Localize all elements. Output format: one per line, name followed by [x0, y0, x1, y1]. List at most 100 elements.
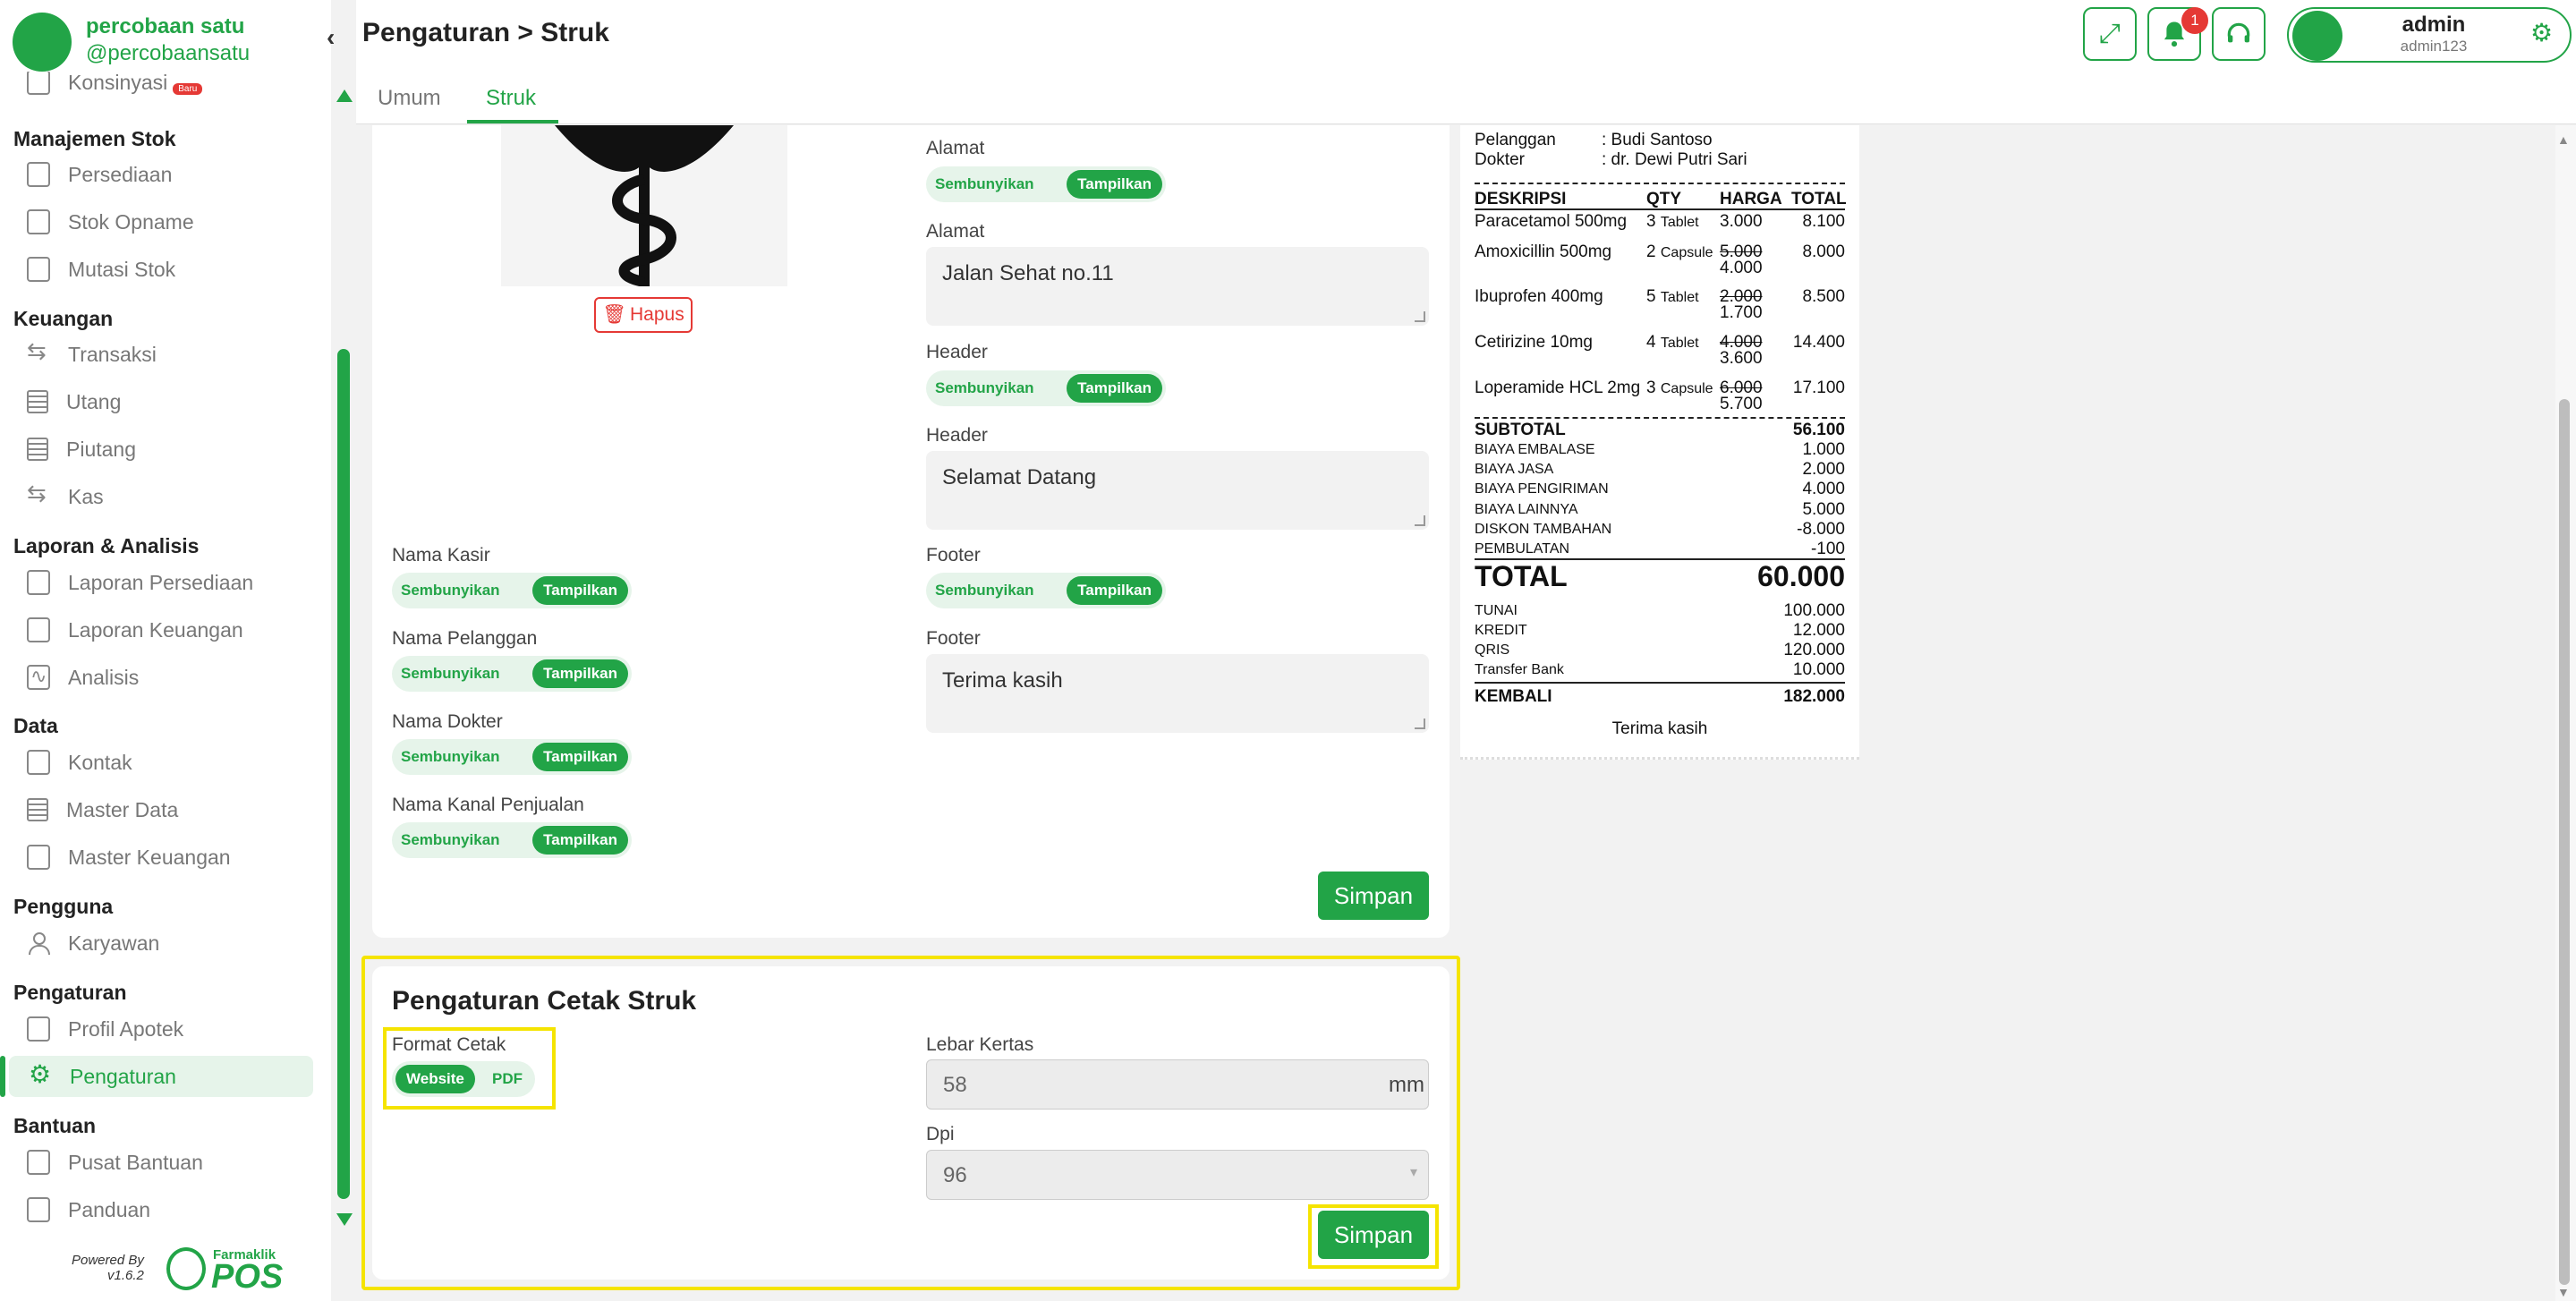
sidebar-item-pengaturan[interactable]: Pengaturan — [0, 1056, 313, 1097]
sidebar-item-panduan[interactable]: Panduan — [27, 1189, 313, 1230]
header-visibility-toggle[interactable]: Sembunyikan Tampilkan — [926, 370, 1166, 406]
nama-dokter-toggle[interactable]: Sembunyikan Tampilkan — [392, 739, 632, 775]
receipt-kembali-label: KEMBALI — [1475, 687, 1552, 706]
sidebar-item-persediaan[interactable]: Persediaan — [27, 154, 313, 195]
main-scroll-down-icon[interactable]: ▼ — [2557, 1285, 2570, 1299]
receipt-payment-label: TUNAI — [1475, 603, 1518, 618]
fullscreen-button[interactable]: ⤢ — [2083, 7, 2137, 61]
sidebar-item-master-data[interactable]: Master Data — [27, 789, 313, 830]
document-icon — [27, 438, 48, 461]
receipt-item-qty: 2 Capsule — [1646, 242, 1713, 261]
clipboard-icon — [27, 209, 50, 234]
receipt-dokter-label: Dokter — [1475, 150, 1525, 169]
new-badge: Baru — [173, 83, 203, 95]
header-field-label: Header — [926, 425, 988, 446]
header-toggle-label: Header — [926, 342, 988, 362]
sidebar-item-master-keuangan[interactable]: Master Keuangan — [27, 837, 313, 878]
support-button[interactable] — [2212, 7, 2266, 61]
receipt-item-qty: 3 Capsule — [1646, 378, 1713, 397]
receipt-col-desc: DESKRIPSI — [1475, 190, 1567, 208]
dpi-label: Dpi — [926, 1124, 955, 1144]
header-textarea[interactable]: Selamat Datang — [926, 451, 1429, 530]
sidebar-item-laporan-keuangan[interactable]: Laporan Keuangan — [27, 609, 313, 650]
sidebar-item-mutasi-stok[interactable]: Mutasi Stok — [27, 249, 313, 290]
format-pdf-option[interactable]: PDF — [492, 1070, 523, 1088]
sidebar-item-analisis[interactable]: Analisis — [27, 657, 313, 698]
alamat-textarea[interactable]: Jalan Sehat no.11 — [926, 247, 1429, 326]
receipt-total-label: TOTAL — [1475, 560, 1568, 592]
store-icon — [27, 1016, 50, 1042]
sidebar-item-konsinyasi[interactable]: Konsinyasi Baru — [27, 72, 313, 95]
lebar-kertas-input[interactable]: 58 mm — [926, 1059, 1429, 1110]
receipt-item-name: Ibuprofen 400mg — [1475, 287, 1603, 306]
footer-visibility-toggle[interactable]: Sembunyikan Tampilkan — [926, 573, 1166, 608]
receipt-kembali-value: 182.000 — [1783, 687, 1845, 706]
receipt-kembali-rule — [1475, 682, 1845, 684]
nama-pelanggan-toggle[interactable]: Sembunyikan Tampilkan — [392, 656, 632, 692]
sidebar-item-kas[interactable]: Kas — [27, 476, 313, 517]
sidebar-item-kontak[interactable]: Kontak — [27, 742, 313, 783]
guide-icon — [27, 1197, 50, 1222]
receipt-fee-value: -8.000 — [1797, 520, 1845, 539]
sidebar-item-karyawan[interactable]: Karyawan — [27, 923, 313, 964]
sidebar-item-laporan-persediaan[interactable]: Laporan Persediaan — [27, 562, 313, 603]
active-tab-indicator — [467, 120, 558, 123]
receipt-payment-label: KREDIT — [1475, 623, 1527, 638]
list-icon — [27, 798, 48, 821]
transfer-box-icon — [27, 257, 50, 282]
format-cetak-toggle[interactable]: Website PDF — [392, 1061, 535, 1097]
tab-umum[interactable]: Umum — [378, 86, 441, 111]
receipt-item-total: 17.100 — [1792, 378, 1845, 397]
collapse-sidebar-icon[interactable]: ‹ — [327, 23, 335, 52]
exchange-icon — [27, 480, 50, 508]
format-website-option[interactable]: Website — [395, 1065, 475, 1093]
receipt-payment-label: QRIS — [1475, 642, 1510, 658]
group-pengaturan: Pengaturan — [13, 981, 127, 1004]
receipt-item-total: 8.000 — [1802, 242, 1845, 261]
store-name: percobaan satu — [86, 14, 245, 38]
footer-textarea[interactable]: Terima kasih — [926, 654, 1429, 733]
receipt-item-name: Loperamide HCL 2mg — [1475, 378, 1641, 397]
sidebar-item-pusat-bantuan[interactable]: Pusat Bantuan — [27, 1142, 313, 1183]
nama-kanal-toggle[interactable]: Sembunyikan Tampilkan — [392, 822, 632, 858]
main-scroll-up-icon[interactable]: ▲ — [2557, 132, 2570, 147]
report-icon — [27, 570, 50, 595]
nama-pelanggan-label: Nama Pelanggan — [392, 628, 538, 649]
receipt-item-price: 1.700 — [1720, 303, 1763, 322]
tab-struk[interactable]: Struk — [486, 86, 536, 111]
settings-gear-icon[interactable]: ⚙ — [2530, 18, 2553, 47]
receipt-item-total: 14.400 — [1792, 333, 1845, 352]
save-struk-button[interactable]: Simpan — [1318, 872, 1429, 920]
nama-kasir-toggle[interactable]: Sembunyikan Tampilkan — [392, 573, 632, 608]
sidebar-item-transaksi[interactable]: Transaksi — [27, 334, 313, 375]
receipt-pelanggan-label: Pelanggan — [1475, 131, 1556, 149]
save-cetak-button[interactable]: Simpan — [1318, 1211, 1429, 1259]
receipt-fee-value: 2.000 — [1802, 460, 1845, 479]
document-icon — [27, 390, 48, 413]
footer-toggle-label: Footer — [926, 545, 981, 565]
sidebar-item-utang[interactable]: Utang — [27, 381, 313, 422]
dpi-select[interactable]: 96 ▾ — [926, 1150, 1429, 1200]
delete-logo-button[interactable]: 🗑 Hapus — [594, 297, 693, 333]
receipt-fee-value: 4.000 — [1802, 480, 1845, 498]
receipt-subtotal-label: SUBTOTAL — [1475, 421, 1566, 439]
receipt-fee-value: -100 — [1810, 540, 1845, 558]
scroll-down-arrow-icon[interactable] — [336, 1213, 353, 1226]
receipt-fee-value: 1.000 — [1802, 440, 1845, 459]
alamat-visibility-toggle[interactable]: Sembunyikan Tampilkan — [926, 166, 1166, 202]
group-manajemen-stok: Manajemen Stok — [13, 127, 176, 150]
expand-icon: ⤢ — [2099, 19, 2121, 48]
receipt-item-qty: 3 Tablet — [1646, 212, 1699, 231]
sidebar-item-stok-opname[interactable]: Stok Opname — [27, 201, 313, 242]
scroll-up-arrow-icon[interactable] — [336, 89, 353, 102]
receipt-pelanggan-value: : Budi Santoso — [1602, 131, 1713, 149]
receipt-dokter-value: : dr. Dewi Putri Sari — [1602, 150, 1747, 169]
sidebar-item-profil-apotek[interactable]: Profil Apotek — [27, 1008, 313, 1050]
sidebar-scrollbar-thumb[interactable] — [337, 349, 350, 1199]
receipt-item-name: Cetirizine 10mg — [1475, 333, 1593, 352]
trash-icon: 🗑 — [602, 304, 626, 325]
sidebar-item-piutang[interactable]: Piutang — [27, 429, 313, 470]
main-scrollbar-thumb[interactable] — [2559, 399, 2570, 1285]
receipt-total-value: 60.000 — [1757, 560, 1845, 592]
receipt-divider — [1475, 417, 1845, 419]
